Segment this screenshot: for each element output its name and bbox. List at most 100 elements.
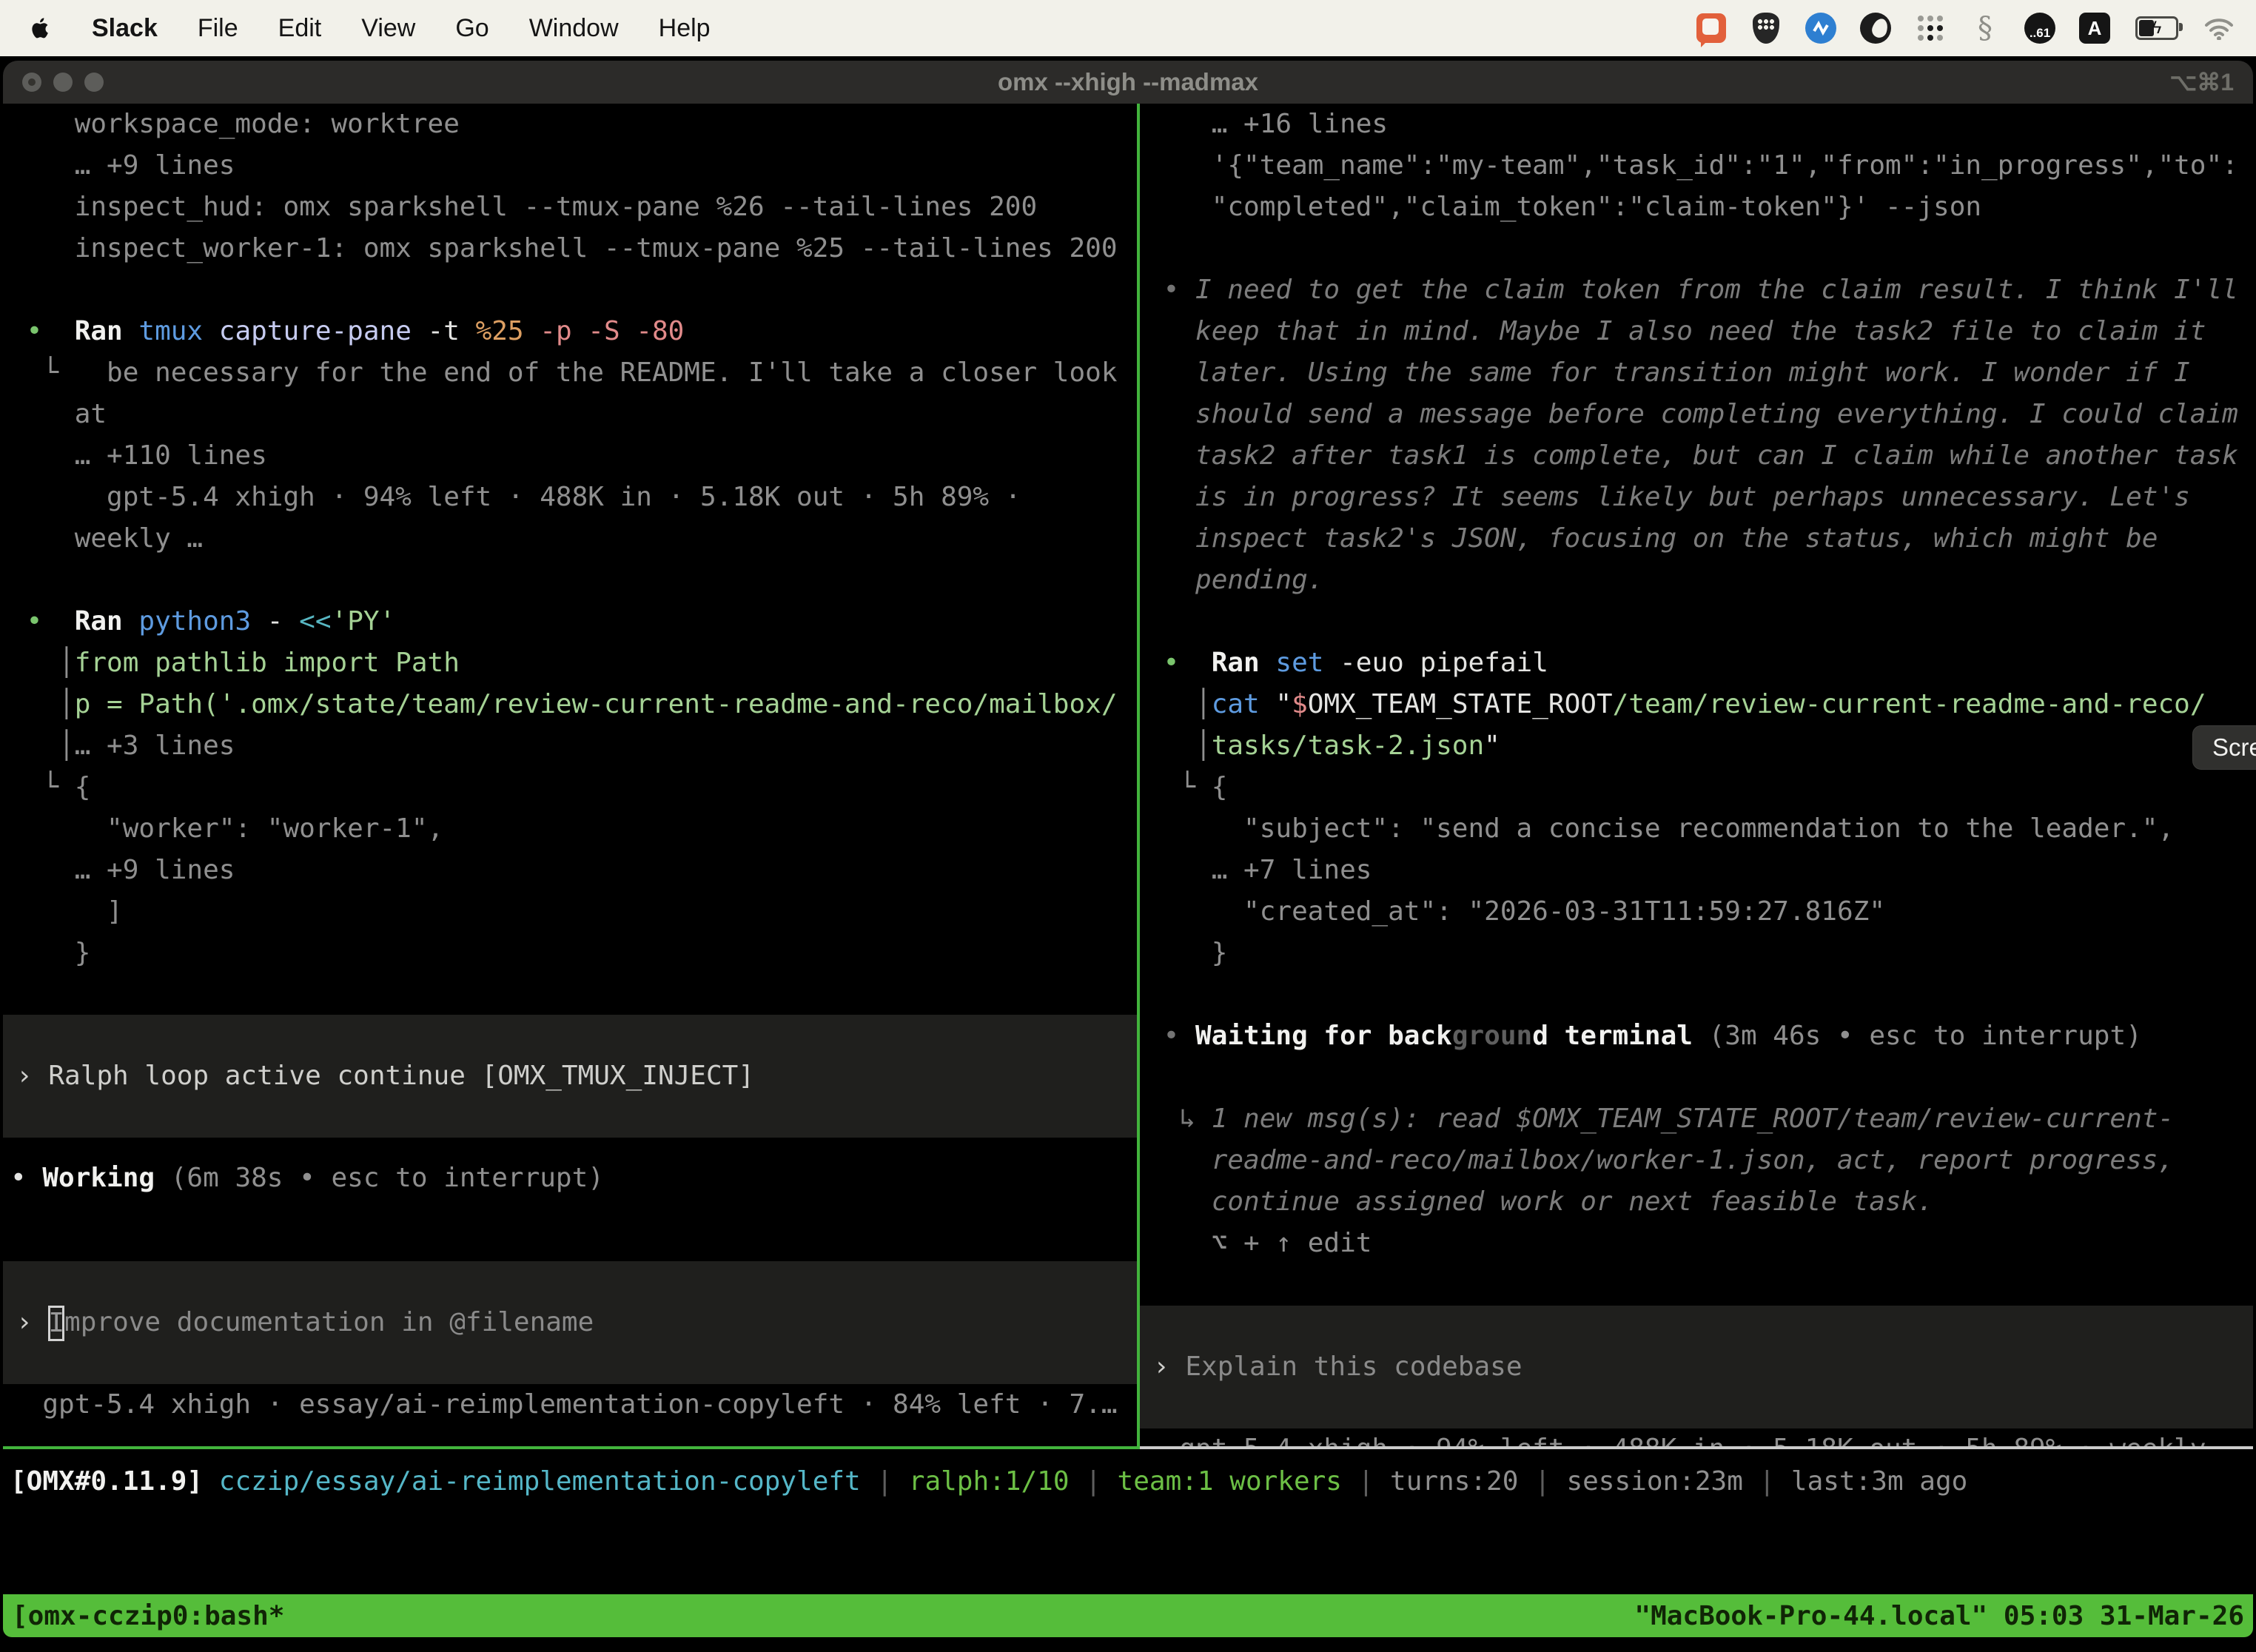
text-segment: ]	[10, 896, 123, 927]
text-segment: turns:20	[1390, 1466, 1534, 1497]
text-segment: |	[1358, 1466, 1390, 1497]
terminal-line: later. Using the same for transition mig…	[1140, 352, 2253, 394]
text-segment: |	[1085, 1466, 1117, 1497]
terminal-line: └ be necessary for the end of the README…	[3, 352, 1137, 394]
text-segment: team:1 workers	[1118, 1466, 1358, 1497]
text-segment: I need to get the claim token from the c…	[1195, 275, 2238, 305]
shield-icon[interactable]	[1750, 12, 1782, 44]
terminal-line	[1140, 974, 2253, 1015]
badge-61-icon[interactable]: ..61	[2024, 12, 2056, 44]
screen-tooltip: Scre	[2192, 725, 2256, 770]
terminal-line	[1140, 228, 2253, 269]
text-segment: at	[10, 399, 107, 429]
terminal-line: • I need to get the claim token from the…	[1140, 269, 2253, 311]
squiggle-icon[interactable]: §	[1969, 12, 2001, 44]
terminal-line: … +9 lines	[3, 850, 1137, 891]
text-segment: %25	[476, 316, 540, 346]
terminal-line: }	[3, 933, 1137, 974]
terminal-line: "worker": "worker-1",	[3, 808, 1137, 850]
prompt-input-right-text: › Explain this codebase	[1153, 1346, 1523, 1388]
text-segment: workspace_mode: worktree	[10, 109, 460, 139]
terminal-line: task2 after task1 is complete, but can I…	[1140, 435, 2253, 477]
text-segment: (6m 38s • esc to interrupt)	[171, 1163, 604, 1193]
tmux-status-bar: [omx-cczip0:bash* "MacBook-Pro-44.local"…	[3, 1594, 2253, 1637]
text-segment: Ran	[1212, 648, 1276, 678]
terminal-line: inspect_hud: omx sparkshell --tmux-pane …	[3, 187, 1137, 228]
prompt-input-right[interactable]: › Explain this codebase	[1140, 1306, 2253, 1428]
text-segment: task2 after task1 is complete, but can I…	[1147, 440, 2238, 471]
text-segment: <<	[299, 606, 331, 637]
text-segment: │	[1147, 689, 1212, 719]
terminal-line: '{"team_name":"my-team","task_id":"1","f…	[1140, 145, 2253, 187]
terminal-line	[1140, 1264, 2253, 1306]
text-segment: }	[1147, 938, 1227, 968]
text-segment: session:23m	[1566, 1466, 1759, 1497]
input-source-icon[interactable]: A	[2078, 12, 2111, 44]
right-pane-status-line: gpt-5.4 xhigh · 94% left · 488K in · 5.1…	[1140, 1428, 2253, 1449]
tmux-host-clock: "MacBook-Pro-44.local" 05:03 31-Mar-26	[1634, 1601, 2244, 1631]
text-segment: › Ralph loop active continue [OMX_TMUX_I…	[16, 1061, 754, 1091]
text-segment: (3m 46s • esc to interrupt)	[1709, 1021, 2142, 1051]
menu-item-file[interactable]: File	[198, 14, 238, 43]
apple-menu-icon[interactable]	[30, 15, 52, 41]
terminal-line: workspace_mode: worktree	[3, 104, 1137, 145]
terminal-line	[3, 560, 1137, 601]
terminal-line: │tasks/task-2.json"	[1140, 725, 2253, 767]
text-segment: last:3m ago	[1791, 1466, 1967, 1497]
working-status-line: • Working (6m 38s • esc to interrupt)	[3, 1158, 1137, 1199]
menu-item-help[interactable]: Help	[659, 14, 711, 43]
terminal-line: "created_at": "2026-03-31T11:59:27.816Z"	[1140, 891, 2253, 933]
crescent-icon[interactable]	[1859, 12, 1892, 44]
menu-item-edit[interactable]: Edit	[278, 14, 322, 43]
tmux-session-name: [omx-cczip0:bash*	[12, 1601, 284, 1631]
text-segment: p = Path('.omx/state/team/review-current…	[75, 689, 1118, 719]
text-segment: -euo pipefail	[1340, 648, 1548, 678]
terminal-line: └ {	[3, 767, 1137, 808]
menu-item-window[interactable]: Window	[529, 14, 619, 43]
terminal-line: • Ran set -euo pipefail	[1140, 642, 2253, 684]
text-segment: groun	[1452, 1021, 1532, 1051]
text-segment: }	[10, 938, 90, 968]
macos-menu-bar: Slack File Edit View Go Window Help § ..…	[0, 0, 2256, 56]
menu-item-view[interactable]: View	[361, 14, 415, 43]
text-segment: readme-and-reco/mailbox/worker-1.json, a…	[1147, 1145, 2174, 1175]
battery-icon[interactable]: ϟ	[2133, 12, 2181, 44]
menu-app-name[interactable]: Slack	[92, 14, 158, 43]
text-segment: later. Using the same for transition mig…	[1147, 357, 2190, 388]
text-segment: is in progress? It seems likely but perh…	[1147, 482, 2190, 512]
chat-icon[interactable]	[1695, 12, 1728, 44]
left-pane-status-line: gpt-5.4 xhigh · essay/ai-reimplementatio…	[3, 1384, 1137, 1426]
text-segment: └ {	[1147, 772, 1227, 802]
terminal-line: }	[1140, 933, 2253, 974]
dots-grid-icon[interactable]	[1914, 12, 1947, 44]
text-segment: from pathlib import Path	[75, 648, 460, 678]
text-segment: gpt-5.4 xhigh · 94% left · 488K in · 5.1…	[1147, 1434, 2238, 1449]
text-segment: ›	[16, 1307, 48, 1337]
menu-item-go[interactable]: Go	[455, 14, 489, 43]
text-segment: 'PY'	[332, 606, 396, 637]
terminal-line: • Ran python3 - <<'PY'	[3, 601, 1137, 642]
terminal-line	[3, 269, 1137, 311]
text-segment: -	[267, 606, 299, 637]
text-segment: │… +3 lines	[10, 731, 235, 761]
terminal-line: └ {	[1140, 767, 2253, 808]
text-segment: │	[10, 648, 75, 678]
blue-badge-icon[interactable]	[1805, 12, 1837, 44]
terminal-line	[1140, 1057, 2253, 1098]
window-shortcut-hint: ⌥⌘1	[2169, 68, 2234, 96]
text-segment: inspect_hud: omx sparkshell --tmux-pane …	[10, 192, 1037, 222]
text-segment: └ be necessary for the end of the README…	[10, 357, 1118, 388]
terminal-line: "completed","claim_token":"claim-token"}…	[1140, 187, 2253, 228]
text-segment: OMX_TEAM_STATE_ROOT	[1308, 689, 1613, 719]
text-segment: "	[1484, 731, 1500, 761]
text-segment: Ran	[75, 316, 139, 346]
terminal-line: │cat "$OMX_TEAM_STATE_ROOT/team/review-c…	[1140, 684, 2253, 725]
text-segment: │	[10, 689, 75, 719]
text-segment: python3	[138, 606, 266, 637]
terminal-line: keep that in mind. Maybe I also need the…	[1140, 311, 2253, 352]
terminal-window: omx --xhigh --madmax ⌥⌘1 workspace_mode:…	[3, 61, 2253, 1637]
wifi-icon[interactable]	[2203, 12, 2235, 44]
text-segment: … +16 lines	[1147, 109, 1388, 139]
text-segment: cczip/essay/ai-reimplementation-copyleft	[219, 1466, 877, 1497]
prompt-input-left[interactable]: › Improve documentation in @filename	[3, 1261, 1137, 1384]
